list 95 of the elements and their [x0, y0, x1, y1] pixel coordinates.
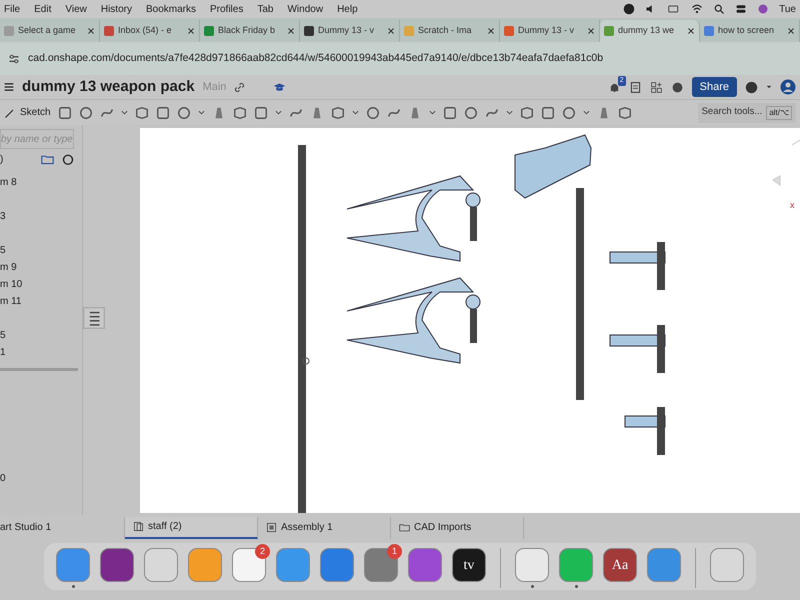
bracket-part-drawing — [624, 407, 666, 455]
caret-icon[interactable] — [766, 84, 772, 90]
notification-badge: 2 — [255, 544, 270, 559]
dock-tv-icon[interactable]: tv — [452, 548, 486, 582]
grid-plus-icon[interactable] — [650, 80, 663, 94]
menu-item[interactable]: Bookmarks — [146, 2, 196, 16]
caret-icon[interactable] — [428, 109, 436, 116]
bracket-part-drawing — [610, 325, 666, 373]
close-icon[interactable] — [287, 27, 295, 35]
link-icon[interactable] — [234, 82, 246, 92]
caret-icon[interactable] — [582, 109, 590, 116]
shortcut-hint: alt/⌥ — [766, 106, 792, 120]
caret-icon[interactable] — [352, 109, 359, 116]
menu-item[interactable]: History — [100, 2, 132, 16]
site-settings-icon[interactable] — [8, 52, 20, 64]
toolbar-tool-icon[interactable] — [520, 106, 534, 120]
caret-icon[interactable] — [506, 109, 513, 116]
menu-item[interactable]: View — [65, 2, 87, 16]
tab-title: Black Friday b — [218, 24, 276, 38]
bracket-part-drawing — [610, 242, 666, 290]
toolbar-tool-icon[interactable] — [330, 106, 345, 120]
caret-icon[interactable] — [274, 109, 282, 116]
toolbar-tool-icon[interactable] — [442, 106, 457, 120]
document-icon[interactable] — [628, 80, 642, 94]
share-button[interactable]: Share — [692, 77, 737, 97]
toolbar-tool-icon[interactable] — [562, 106, 576, 120]
tab-title: Dummy 13 - v — [318, 24, 376, 38]
tab-title: Dummy 13 - v — [518, 24, 576, 38]
feature-item[interactable]: m 8 — [0, 175, 82, 192]
axis-label: x — [790, 199, 794, 212]
tab-title: Select a game — [18, 24, 77, 38]
wifi-icon[interactable] — [691, 3, 704, 15]
toolbar-tool-icon[interactable] — [78, 106, 93, 120]
menu-clock: Tue — [779, 2, 796, 16]
toolbar-tool-icon[interactable] — [232, 106, 247, 120]
caret-icon[interactable] — [120, 109, 128, 116]
tab-title: how to screen — [718, 24, 776, 38]
close-icon[interactable] — [587, 27, 595, 35]
control-center-icon[interactable] — [735, 3, 748, 15]
dock-dictionary-icon[interactable]: Aa — [603, 548, 637, 582]
search-icon[interactable] — [713, 3, 726, 15]
search-tools-field[interactable]: Search tools... alt/⌥ — [698, 102, 796, 122]
close-icon[interactable] — [787, 27, 795, 35]
feature-item[interactable]: 3 — [0, 209, 82, 226]
tab-title: Scratch - Ima — [418, 24, 473, 38]
document-tab[interactable]: Assembly 1 — [258, 516, 391, 538]
toolbar-tool-icon[interactable] — [540, 106, 555, 120]
tab-title: Inbox (54) - e — [118, 24, 173, 38]
toolbar-tool-icon[interactable] — [58, 106, 72, 120]
document-tab[interactable]: staff (2) — [125, 516, 258, 538]
close-icon[interactable] — [87, 27, 95, 35]
close-icon[interactable] — [687, 27, 695, 35]
tab-title: dummy 13 we — [618, 24, 676, 38]
part-studio-icon[interactable] — [133, 521, 144, 532]
menu-icon[interactable] — [4, 81, 14, 93]
notification-badge: 1 — [387, 544, 402, 559]
menu-item[interactable]: Tab — [257, 2, 274, 16]
sketch-button[interactable]: Sketch — [4, 105, 51, 120]
branch-label: Main — [202, 80, 226, 95]
close-icon[interactable] — [187, 27, 195, 35]
list-icon[interactable] — [83, 307, 105, 329]
feature-item[interactable]: 0 — [0, 471, 82, 486]
toolbar-tool-icon[interactable] — [464, 106, 478, 120]
toolbar-tool-icon[interactable] — [366, 106, 380, 120]
user-avatar-icon[interactable] — [780, 79, 796, 95]
point-marker-icon — [302, 358, 310, 364]
document-title[interactable]: dummy 13 weapon pack — [22, 76, 195, 98]
view-cube-arrow-icon — [772, 140, 800, 186]
toolbar-tool-icon[interactable] — [176, 106, 191, 120]
feature-item[interactable]: 5 — [0, 328, 82, 345]
menu-item[interactable]: Profiles — [210, 2, 244, 16]
menu-item[interactable]: Help — [337, 2, 358, 16]
graduation-cap-icon[interactable] — [273, 80, 286, 94]
assembly-icon[interactable] — [266, 522, 277, 533]
feature-item[interactable]: 5 — [0, 243, 82, 260]
feature-item[interactable]: m 9 — [0, 260, 82, 277]
menu-item[interactable]: Edit — [34, 2, 52, 16]
feature-item[interactable]: m 11 — [0, 294, 82, 311]
document-tab[interactable]: CAD Imports — [391, 516, 524, 538]
folder-icon[interactable] — [399, 522, 410, 533]
menu-item[interactable]: Window — [287, 2, 324, 16]
menu-item[interactable]: File — [4, 2, 20, 16]
toolbar-tool-icon[interactable] — [156, 106, 170, 120]
feature-item[interactable]: m 10 — [0, 277, 82, 294]
toolbar-tool-icon[interactable] — [254, 106, 268, 120]
add-folder-icon[interactable] — [41, 152, 54, 166]
toolbar-tool-icon[interactable] — [618, 106, 632, 120]
close-icon[interactable] — [387, 27, 395, 35]
close-icon[interactable] — [487, 27, 495, 35]
toolbar-tool-icon[interactable] — [134, 106, 149, 120]
browser-tab[interactable]: dummy 13 we — [600, 20, 700, 42]
feature-item[interactable]: 1 — [0, 345, 82, 362]
caret-icon[interactable] — [198, 109, 205, 116]
feature-list-header: ) — [0, 152, 4, 166]
pencil-icon — [4, 106, 16, 118]
